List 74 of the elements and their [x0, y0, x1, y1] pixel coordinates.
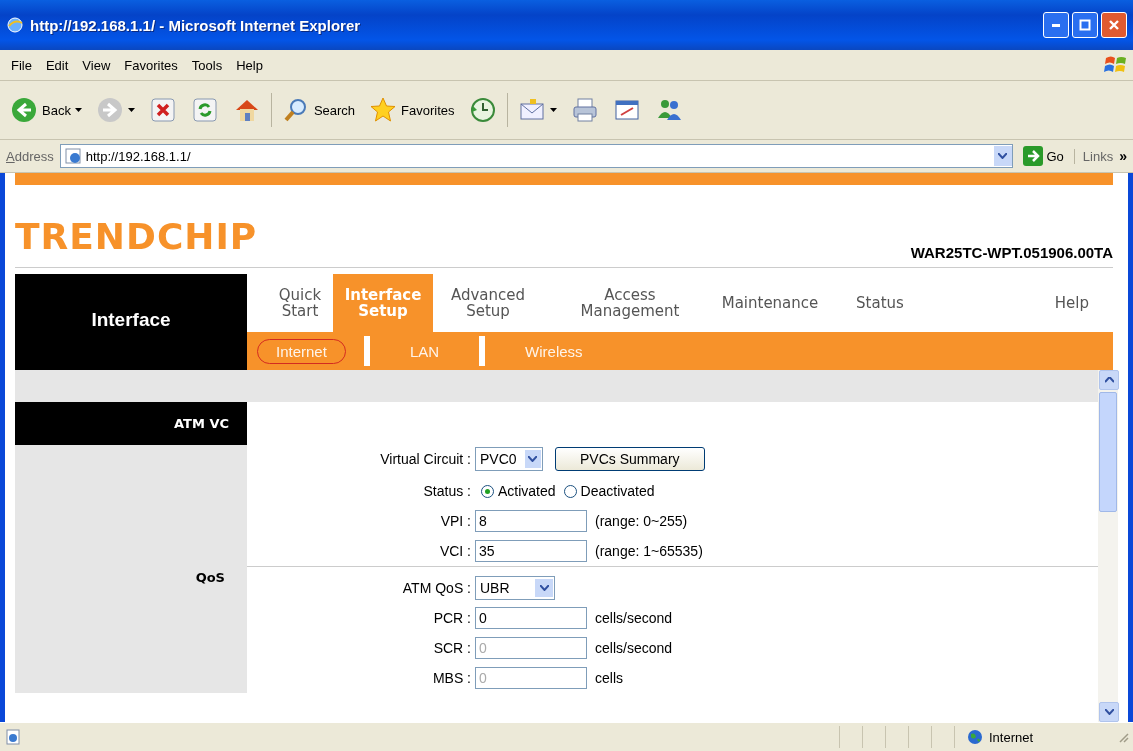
text-field[interactable]: 35	[475, 540, 587, 562]
scroll-up-icon	[1104, 377, 1114, 383]
menu-item[interactable]: View	[75, 55, 118, 75]
menu-item[interactable]: Edit	[38, 55, 76, 75]
page-icon	[4, 728, 22, 746]
menu-item[interactable]: Tools	[184, 55, 230, 75]
field-label: VCI :	[438, 543, 472, 559]
dropdown-caret-icon	[539, 585, 549, 591]
maximize-button[interactable]	[1072, 12, 1098, 38]
nav-tab[interactable]: Status	[835, 274, 925, 332]
address-field[interactable]: http://192.168.1.1/	[59, 144, 1013, 168]
nav-tab[interactable]: Access Management	[555, 274, 705, 332]
nav-tab[interactable]: Quick Start	[267, 274, 333, 332]
section-title: Interface	[15, 274, 247, 370]
browser-icon	[6, 16, 24, 34]
radio-label: Deactivated	[580, 483, 655, 499]
clock-icon	[468, 96, 497, 124]
model-number: WAR25TC-WPT.051906.00TA	[910, 244, 1113, 261]
field-note: (range: 1~65535)	[595, 543, 703, 559]
back-button[interactable]: Back	[6, 93, 86, 127]
field-label: SCR :	[432, 640, 472, 656]
nav-tab[interactable]: Maintenance	[705, 274, 835, 332]
maximize-icon	[1079, 19, 1091, 31]
field-note: cells/second	[595, 640, 673, 656]
section-label: QoS	[194, 569, 226, 585]
radio-button[interactable]	[481, 484, 494, 498]
text-field[interactable]: 8	[475, 510, 587, 532]
section-header: ATM VC	[15, 402, 247, 445]
field-label: ATM QoS :	[401, 580, 472, 596]
scrollbar[interactable]	[1098, 370, 1118, 722]
tab-separator	[363, 336, 370, 366]
radio-label: Activated	[498, 483, 556, 499]
menu-item[interactable]: Favorites	[117, 55, 185, 75]
field-note: (range: 0~255)	[595, 513, 688, 529]
minimize-button[interactable]	[1043, 12, 1069, 38]
links-label[interactable]: Links	[1073, 148, 1114, 164]
star-icon	[369, 96, 398, 124]
go-button[interactable]: Go	[1018, 146, 1068, 166]
close-button[interactable]	[1101, 12, 1127, 38]
logo: TRENDCHIP	[15, 215, 258, 257]
dropdown-caret-icon	[528, 456, 538, 462]
window-title: http://192.168.1.1/ - Microsoft Internet Explorer	[30, 16, 362, 34]
select-field[interactable]: UBR	[475, 576, 555, 600]
menu-item[interactable]: File	[4, 55, 39, 75]
globe-icon	[967, 729, 983, 745]
scroll-down-icon	[1104, 709, 1114, 715]
field-label: MBS :	[431, 670, 472, 686]
page-icon	[63, 147, 82, 165]
text-field[interactable]: 0	[475, 607, 587, 629]
search-button[interactable]: Search	[277, 93, 360, 127]
field-label: Virtual Circuit :	[379, 451, 472, 467]
security-zone: Internet	[989, 729, 1034, 745]
radio-button[interactable]	[563, 484, 577, 498]
field-label: Status :	[422, 483, 472, 499]
menu-item[interactable]: Help	[229, 55, 270, 75]
nav-tab[interactable]: Advanced Setup	[433, 274, 543, 332]
resize-grip-icon	[1117, 731, 1129, 743]
nav-tab[interactable]: Help	[1040, 274, 1113, 332]
minimize-icon	[1052, 23, 1060, 27]
field-label: PCR :	[432, 610, 472, 626]
close-icon	[1108, 19, 1120, 31]
refresh-icon	[190, 96, 219, 124]
select-field[interactable]: PVC0	[475, 447, 543, 471]
address-label: Address	[6, 148, 54, 164]
chevron-button[interactable]: »	[1119, 148, 1127, 164]
field-note: cells/second	[595, 610, 673, 626]
stop-icon	[148, 96, 177, 124]
pvcs-summary-button[interactable]: PVCs Summary	[555, 447, 705, 471]
tab-separator	[479, 336, 486, 366]
printer-icon	[570, 96, 599, 124]
field-label: VPI :	[439, 513, 472, 529]
favorites-button[interactable]: Favorites	[365, 93, 459, 127]
dropdown-caret-icon	[998, 153, 1007, 159]
field-note: cells	[595, 670, 623, 686]
